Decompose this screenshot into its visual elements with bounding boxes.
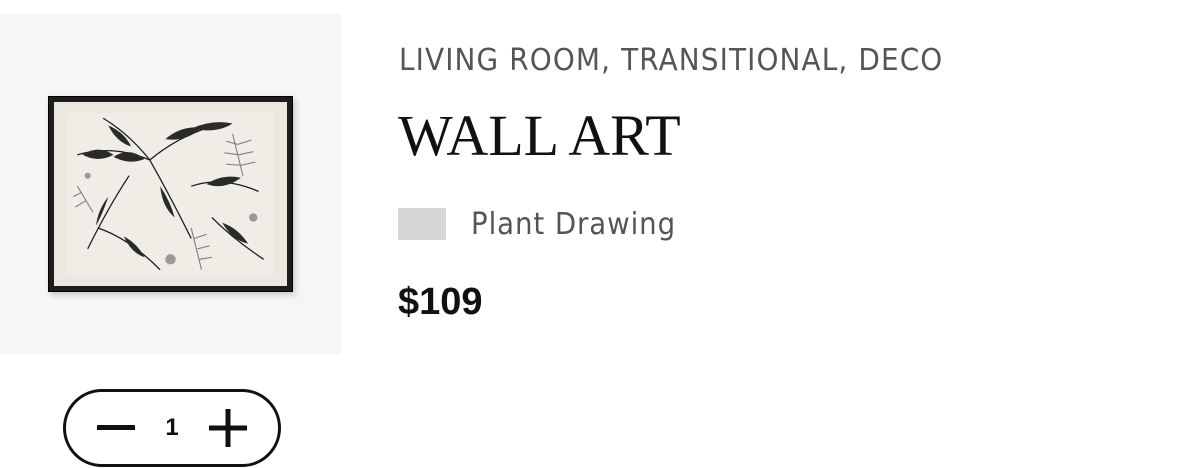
minus-icon [97, 425, 135, 430]
product-category: LIVING ROOM, TRANSITIONAL, DECO [399, 43, 944, 78]
variant-color-swatch [398, 208, 446, 240]
product-price: $109 [398, 281, 483, 323]
plus-icon [208, 409, 247, 447]
increase-quantity-button[interactable] [208, 408, 248, 448]
quantity-value[interactable]: 1 [165, 414, 178, 442]
print-mat [54, 102, 287, 286]
product-thumbnail[interactable] [0, 14, 341, 354]
quantity-stepper: 1 [63, 389, 281, 467]
product-title[interactable]: WALL ART [398, 107, 681, 165]
botanical-print-icon [67, 113, 274, 275]
framed-print-image [48, 96, 293, 292]
variant-label: Plant Drawing [471, 206, 677, 242]
product-variant: Plant Drawing [398, 206, 694, 242]
decrease-quantity-button[interactable] [96, 408, 136, 448]
